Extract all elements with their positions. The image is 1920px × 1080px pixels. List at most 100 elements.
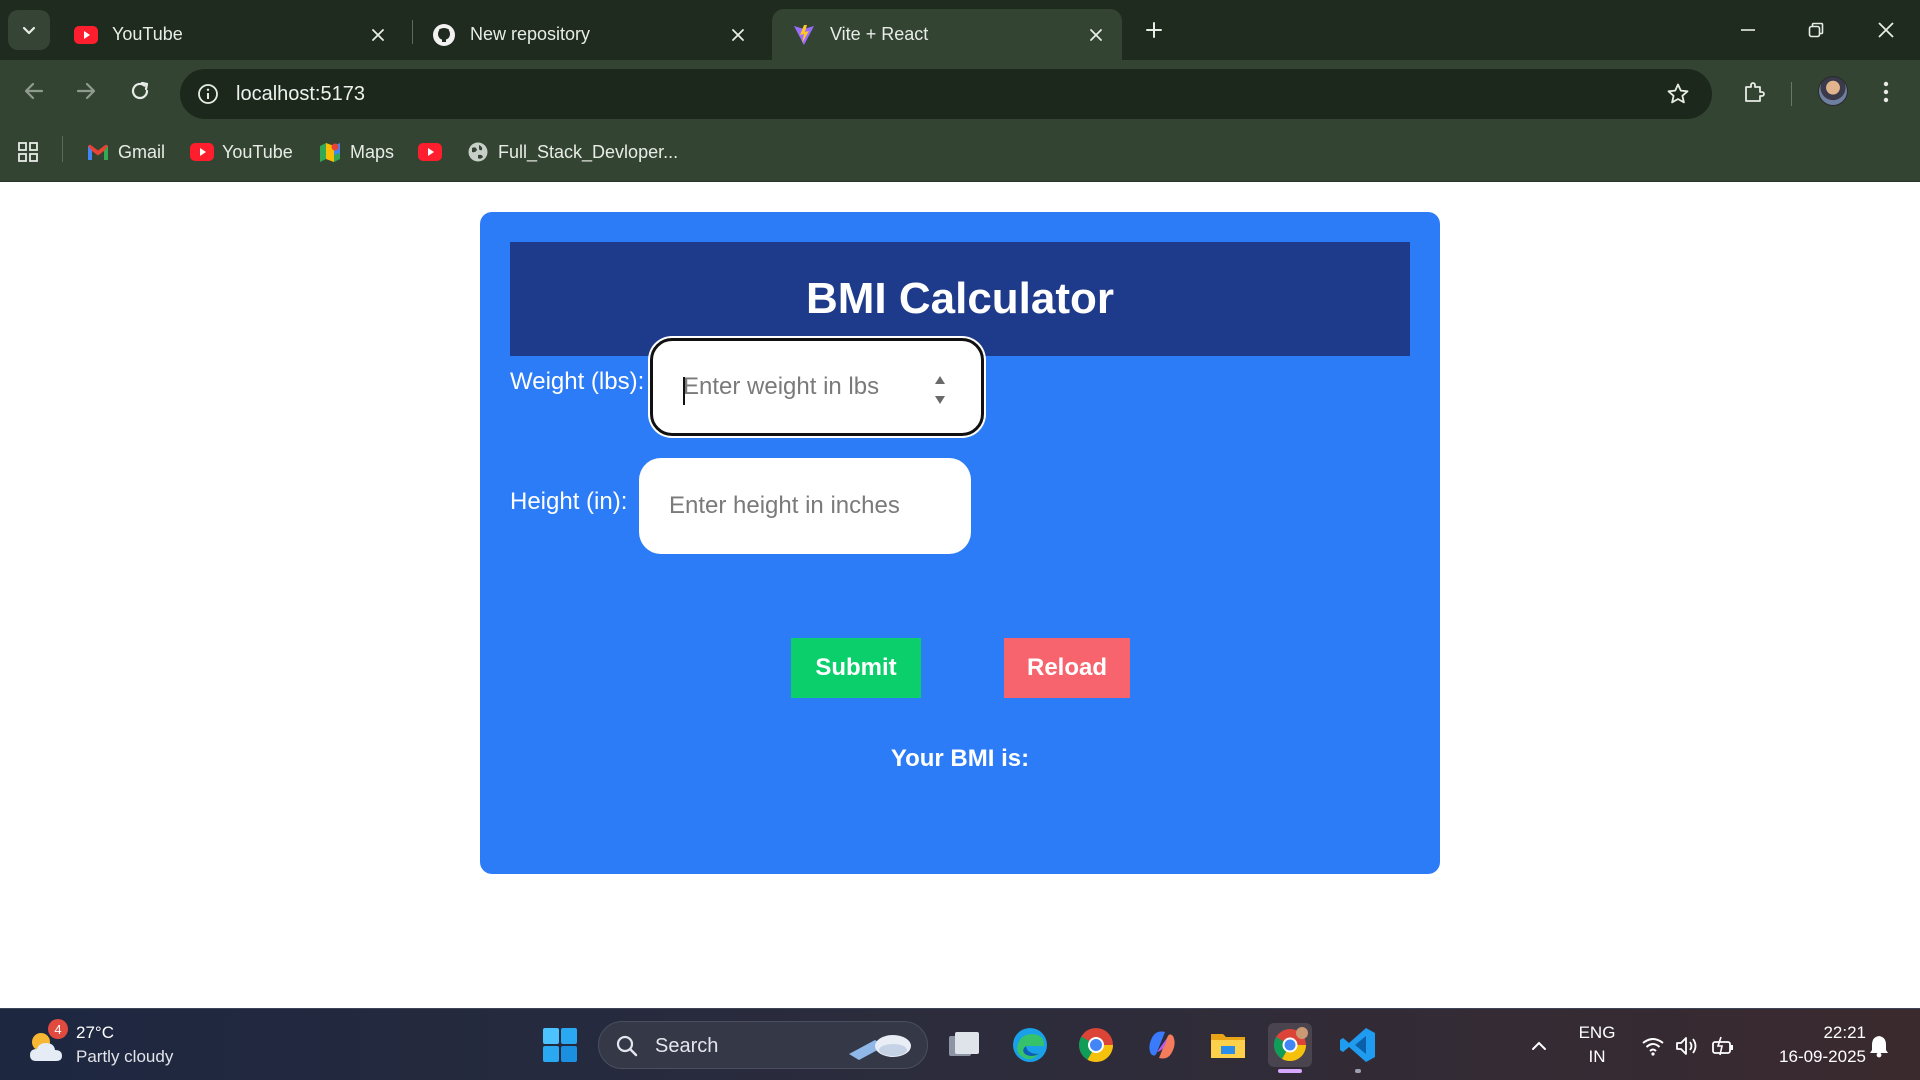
bookmarks-bar: Gmail YouTube Maps Full_Stack_Devloper..… — [0, 122, 1920, 182]
browser-toolbar: localhost:5173 — [0, 60, 1920, 122]
notification-badge: 4 — [48, 1019, 68, 1039]
bookmark-full-stack[interactable]: Full_Stack_Devloper... — [466, 136, 678, 168]
site-info-icon[interactable] — [194, 80, 222, 108]
weight-label: Weight (lbs): — [510, 368, 645, 395]
gmail-icon — [86, 140, 110, 164]
height-label: Height (in): — [510, 488, 628, 515]
spin-down-icon — [935, 396, 945, 404]
tab-title: YouTube — [112, 24, 183, 44]
weather-temperature: 27°C — [76, 1023, 114, 1042]
tab-youtube[interactable]: YouTube — [54, 9, 404, 60]
kebab-menu-icon — [1883, 81, 1889, 103]
profile-avatar[interactable] — [1818, 76, 1848, 106]
apps-grid-icon — [16, 140, 40, 164]
tray-overflow-button[interactable] — [1526, 1033, 1552, 1059]
chrome-icon — [1079, 1028, 1113, 1062]
tab-search-button[interactable] — [8, 10, 50, 50]
close-icon[interactable] — [722, 19, 754, 51]
bookmark-label: Full_Stack_Devloper... — [498, 141, 679, 162]
taskbar-chrome[interactable] — [1074, 1023, 1118, 1067]
tab-title: New repository — [470, 24, 591, 44]
taskbar-chrome-active[interactable] — [1268, 1023, 1312, 1073]
number-spinner[interactable] — [933, 375, 947, 405]
url-text[interactable]: localhost:5173 — [236, 69, 365, 119]
notifications-bell-icon[interactable] — [1866, 1033, 1892, 1059]
apps-button[interactable] — [16, 136, 48, 168]
tab-new-repository[interactable]: New repository — [412, 9, 764, 60]
vscode-icon — [1340, 1028, 1375, 1062]
tab-title: Vite + React — [830, 24, 929, 44]
minimize-button[interactable] — [1722, 8, 1774, 52]
browser-menu-button[interactable] — [1868, 74, 1904, 110]
submit-button[interactable]: Submit — [791, 638, 921, 698]
puzzle-icon — [1745, 82, 1765, 102]
edge-icon — [1013, 1028, 1047, 1062]
toolbar-divider — [1791, 82, 1792, 106]
maps-icon — [318, 140, 342, 164]
bookmark-star-icon[interactable] — [1664, 80, 1692, 108]
github-icon — [432, 23, 456, 47]
taskbar-edge[interactable] — [1008, 1023, 1052, 1067]
minimize-icon — [1741, 29, 1755, 31]
taskbar-file-explorer[interactable] — [1206, 1023, 1250, 1067]
taskbar-vscode[interactable] — [1336, 1023, 1380, 1073]
bookmark-youtube[interactable]: YouTube — [190, 136, 293, 168]
youtube-icon — [190, 140, 214, 164]
chevron-down-icon — [22, 26, 36, 35]
extensions-button[interactable] — [1736, 74, 1772, 110]
language-region: IN — [1588, 1047, 1606, 1066]
chrome-profile-icon — [1273, 1027, 1308, 1062]
globe-icon — [466, 140, 490, 164]
bmi-card: BMI Calculator Weight (lbs): Height (in)… — [480, 212, 1440, 874]
bookmark-label: Gmail — [118, 141, 166, 162]
windows-taskbar: 4 27°C Partly cloudy Search ENG IN 22:21… — [0, 1008, 1920, 1080]
close-icon[interactable] — [1080, 19, 1112, 51]
taskbar-copilot[interactable] — [1140, 1023, 1184, 1067]
active-indicator — [1278, 1069, 1302, 1073]
task-view-icon — [949, 1032, 979, 1056]
refresh-icon — [131, 81, 149, 100]
running-indicator — [1355, 1069, 1361, 1073]
search-highlight-icon — [849, 1035, 911, 1060]
tab-strip: YouTube New repository Vite + React — [0, 0, 1920, 60]
plus-icon — [1146, 22, 1162, 38]
bookmark-gmail[interactable]: Gmail — [86, 136, 165, 168]
arrow-left-icon — [24, 82, 44, 100]
wifi-icon[interactable] — [1640, 1033, 1666, 1059]
tab-vite-react[interactable]: Vite + React — [772, 9, 1122, 60]
height-field[interactable] — [639, 458, 971, 554]
reload-button[interactable]: Reload — [1004, 638, 1130, 698]
weight-field[interactable] — [650, 338, 984, 436]
forward-button[interactable] — [68, 73, 104, 109]
reload-page-button[interactable] — [122, 73, 158, 109]
start-button[interactable] — [538, 1023, 582, 1067]
weather-description: Partly cloudy — [76, 1047, 174, 1066]
youtube-icon — [418, 140, 442, 164]
taskbar-search[interactable]: Search — [598, 1021, 928, 1069]
height-input[interactable] — [639, 458, 971, 554]
address-bar[interactable]: localhost:5173 — [180, 69, 1712, 119]
restore-button[interactable] — [1790, 8, 1842, 52]
volume-icon[interactable] — [1674, 1033, 1700, 1059]
text-caret — [683, 377, 685, 405]
taskbar-task-view[interactable] — [942, 1023, 986, 1067]
close-icon — [1878, 22, 1894, 38]
bmi-result: Your BMI is: — [890, 745, 1030, 772]
close-window-button[interactable] — [1860, 8, 1912, 52]
page-title: BMI Calculator — [805, 274, 1115, 323]
language-indicator[interactable]: ENG — [1572, 1023, 1622, 1043]
bookmark-youtube-2[interactable] — [418, 136, 450, 168]
weight-input[interactable] — [653, 341, 981, 433]
bookmark-maps[interactable]: Maps — [318, 136, 394, 168]
back-button[interactable] — [16, 73, 52, 109]
new-tab-button[interactable] — [1136, 12, 1172, 48]
battery-icon[interactable] — [1710, 1033, 1736, 1059]
clock-time[interactable]: 22:21 — [1786, 1023, 1866, 1043]
search-icon — [616, 1035, 638, 1057]
close-icon[interactable] — [362, 19, 394, 51]
spin-up-icon — [935, 376, 945, 384]
copilot-icon — [1149, 1031, 1175, 1059]
page-viewport: BMI Calculator Weight (lbs): Height (in)… — [0, 182, 1920, 1008]
search-label: Search — [655, 1035, 719, 1057]
windows-logo-icon — [543, 1028, 577, 1062]
